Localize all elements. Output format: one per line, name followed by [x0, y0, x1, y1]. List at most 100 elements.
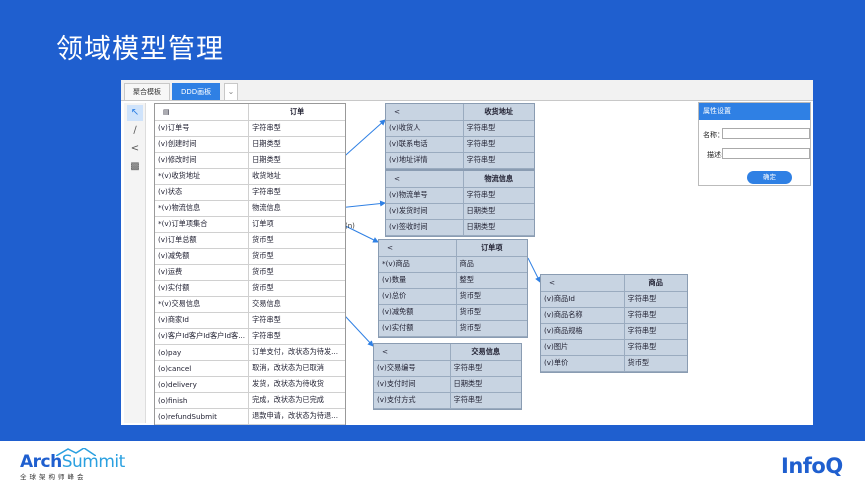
- diagram-canvas[interactable]: (n) ▤ 订单 (v)订单号 字符串型 (v)创建时间 日期类型 (v)修改时间 日期类…: [147, 102, 692, 425]
- attribute-row[interactable]: (v)地址详情 字符串型: [386, 152, 534, 169]
- chevron-down-icon[interactable]: ⌄: [224, 83, 238, 100]
- attribute-row[interactable]: (v)总价 货币型: [379, 288, 527, 305]
- tab-bar: 聚合模板 DDD画板 ⌄: [121, 80, 813, 101]
- attribute-row[interactable]: (v)收货人 字符串型: [386, 120, 534, 137]
- attribute-type: 货币型: [248, 280, 345, 297]
- attribute-row[interactable]: (v)支付时间 日期类型: [374, 376, 521, 393]
- attribute-row[interactable]: (v)实付额 货币型: [155, 280, 345, 297]
- description-field[interactable]: [722, 148, 810, 159]
- entity-payment-title: 交易信息: [449, 344, 521, 361]
- link-orderitem-product: [527, 257, 541, 283]
- share-icon[interactable]: <: [127, 141, 143, 157]
- attribute-row[interactable]: (v)客户Id客户Id客户Id客... 字符串型: [155, 328, 345, 345]
- entity-payment[interactable]: < 交易信息 (v)交易编号 字符串型 (v)支付时间 日期类型 (v)支付方式 字符串型: [373, 343, 522, 410]
- attribute-name: (v)运费: [155, 264, 249, 281]
- entity-product[interactable]: < 商品 (v)商品Id 字符串型 (v)商品名称 字符串型 (v)商品规格 字符串型 (v)…: [540, 274, 688, 373]
- attribute-row[interactable]: (v)商品规格 字符串型: [541, 323, 687, 340]
- attribute-row[interactable]: *(v)交易信息 交易信息: [155, 296, 345, 313]
- attribute-name: *(v)收货地址: [155, 168, 249, 185]
- attribute-row[interactable]: (v)修改时间 日期类型: [155, 152, 345, 169]
- attribute-type: 订单支付，改状态为待发...: [248, 344, 345, 361]
- attribute-name: (v)物流单号: [386, 187, 463, 204]
- entity-address[interactable]: < 收货地址 (v)收货人 字符串型 (v)联系电话 字符串型 (v)地址详情 字符串型: [385, 103, 535, 170]
- share-icon: <: [374, 344, 450, 361]
- attribute-row[interactable]: (v)联系电话 字符串型: [386, 136, 534, 153]
- attribute-row[interactable]: (v)交易编号 字符串型: [374, 360, 521, 377]
- attribute-name: (v)客户Id客户Id客户Id客...: [155, 328, 249, 345]
- slide-title: 领域模型管理: [56, 34, 224, 65]
- entity-order-item[interactable]: < 订单项 *(v)商品 商品 (v)数量 整型 (v)总价 货币型 (v)减免额 货币型 (v)…: [378, 239, 528, 338]
- confirm-button[interactable]: 确定: [747, 171, 792, 184]
- attribute-row[interactable]: *(v)收货地址 收货地址: [155, 168, 345, 185]
- entity-address-title: 收货地址: [462, 104, 534, 121]
- archsummit-subtitle: 全球架构师峰会: [20, 473, 87, 481]
- attribute-type: 字符串型: [462, 187, 534, 204]
- attribute-name: (v)实付额: [155, 280, 249, 297]
- attribute-row[interactable]: (v)支付方式 字符串型: [374, 392, 521, 409]
- name-field[interactable]: [722, 128, 810, 139]
- attribute-name: (o)pay: [155, 344, 249, 361]
- entity-logistics-title: 物流信息: [462, 171, 534, 188]
- tab-aggregate-template[interactable]: 聚合模板: [124, 83, 170, 100]
- share-icon: <: [386, 171, 463, 188]
- attribute-row[interactable]: (v)订单总额 货币型: [155, 232, 345, 249]
- attribute-name: (v)联系电话: [386, 136, 463, 153]
- mountain-icon: [56, 448, 96, 456]
- attribute-type: 货币型: [455, 304, 527, 321]
- attribute-row[interactable]: (v)状态 字符串型: [155, 184, 345, 201]
- attribute-name: (v)图片: [541, 339, 624, 356]
- attribute-row[interactable]: (v)实付额 货币型: [379, 320, 527, 337]
- attribute-row[interactable]: (o)delivery 发货，改状态为待收货: [155, 376, 345, 393]
- infoq-logo: InfoQ: [781, 454, 843, 478]
- attribute-row[interactable]: (v)单价 货币型: [541, 355, 687, 372]
- attribute-row[interactable]: (v)商品名称 字符串型: [541, 307, 687, 324]
- attribute-row[interactable]: (o)finish 完成，改状态为已完成: [155, 392, 345, 409]
- attribute-row[interactable]: (v)物流单号 字符串型: [386, 187, 534, 204]
- attribute-name: (v)支付时间: [374, 376, 450, 393]
- attribute-row[interactable]: (v)运费 货币型: [155, 264, 345, 281]
- attribute-row[interactable]: (v)订单号 字符串型: [155, 120, 345, 137]
- attribute-row[interactable]: *(v)商品 商品: [379, 256, 527, 273]
- puzzle-icon[interactable]: ▩: [127, 159, 143, 175]
- description-label: 描述:: [707, 151, 724, 159]
- attribute-row[interactable]: (v)商品Id 字符串型: [541, 291, 687, 308]
- attribute-row[interactable]: (v)数量 整型: [379, 272, 527, 289]
- attribute-name: (v)订单号: [155, 120, 249, 137]
- attribute-row[interactable]: (v)发货时间 日期类型: [386, 203, 534, 220]
- attribute-row[interactable]: (o)refundSubmit 退款申请，改状态为待退...: [155, 408, 345, 425]
- attribute-type: 整型: [455, 272, 527, 289]
- entity-logistics[interactable]: < 物流信息 (v)物流单号 字符串型 (v)发货时间 日期类型 (v)签收时间 日期类型: [385, 170, 535, 237]
- attribute-name: (v)交易编号: [374, 360, 450, 377]
- archsummit-logo: ArchSummit 全球架构师峰会: [20, 448, 125, 481]
- tool-palette: ↖ ∕ < ▩: [124, 103, 146, 423]
- attribute-type: 字符串型: [623, 307, 687, 324]
- attribute-type: 字符串型: [248, 184, 345, 201]
- attribute-type: 字符串型: [449, 360, 521, 377]
- entity-order[interactable]: ▤ 订单 (v)订单号 字符串型 (v)创建时间 日期类型 (v)修改时间 日期类型 *(v…: [154, 103, 346, 425]
- attribute-type: 取消，改状态为已取消: [248, 360, 345, 377]
- attribute-row[interactable]: (v)减免额 货币型: [379, 304, 527, 321]
- attribute-row[interactable]: (v)减免额 货币型: [155, 248, 345, 265]
- attribute-row[interactable]: *(v)订单项集合 订单项: [155, 216, 345, 233]
- attribute-type: 字符串型: [449, 392, 521, 409]
- attribute-row[interactable]: (o)cancel 取消，改状态为已取消: [155, 360, 345, 377]
- cursor-icon[interactable]: ↖: [127, 105, 143, 121]
- attribute-name: (v)地址详情: [386, 152, 463, 169]
- attribute-row[interactable]: (o)pay 订单支付，改状态为待发...: [155, 344, 345, 361]
- share-icon: <: [541, 275, 624, 292]
- line-icon[interactable]: ∕: [127, 123, 143, 139]
- attribute-name: (v)发货时间: [386, 203, 463, 220]
- ddd-editor-window: 聚合模板 DDD画板 ⌄ ↖ ∕ < ▩ (n) ▤ 订单 (v)订单号 字符串…: [121, 80, 813, 425]
- slide-footer: ArchSummit 全球架构师峰会: [0, 441, 865, 487]
- attribute-type: 日期类型: [248, 136, 345, 153]
- attribute-row[interactable]: (v)图片 字符串型: [541, 339, 687, 356]
- attribute-name: (o)delivery: [155, 376, 249, 393]
- attribute-row[interactable]: *(v)物流信息 物流信息: [155, 200, 345, 217]
- tab-ddd-board[interactable]: DDD画板: [172, 83, 221, 100]
- table-icon: ▤: [155, 104, 249, 121]
- attribute-type: 退款申请，改状态为待退...: [248, 408, 345, 425]
- attribute-row[interactable]: (v)创建时间 日期类型: [155, 136, 345, 153]
- attribute-row[interactable]: (v)商家Id 字符串型: [155, 312, 345, 329]
- entity-product-title: 商品: [623, 275, 687, 292]
- attribute-row[interactable]: (v)签收时间 日期类型: [386, 219, 534, 236]
